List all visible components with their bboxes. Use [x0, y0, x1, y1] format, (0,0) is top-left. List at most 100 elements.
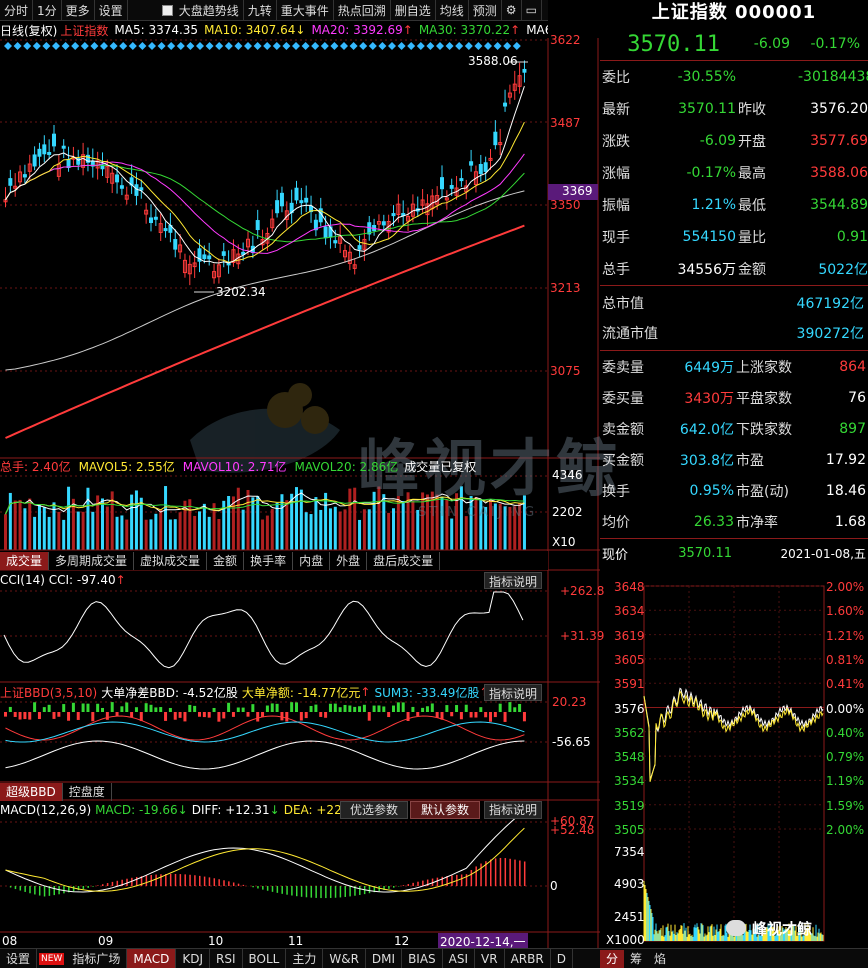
bottom-bias[interactable]: BIAS — [402, 949, 443, 968]
price-grid — [0, 39, 548, 372]
bottom-asi[interactable]: ASI — [443, 949, 476, 968]
volume-bar — [314, 497, 318, 550]
macd-help-button[interactable]: 指标说明 — [484, 801, 543, 819]
tab-volume[interactable]: 成交量 — [0, 551, 50, 570]
bbd-help-button[interactable]: 指标说明 — [484, 684, 543, 701]
tool-nine-turn[interactable]: 九转 — [244, 0, 277, 20]
candle-body — [391, 213, 396, 217]
volume-bar — [178, 512, 182, 550]
signal-diamond — [157, 42, 166, 50]
quote-value-2: -30184438 — [798, 69, 868, 85]
bbd-bar — [227, 702, 231, 712]
bbd-bar — [241, 707, 245, 712]
bottom-wr[interactable]: W&R — [323, 949, 366, 968]
tool-remove-favorite[interactable]: 删自选 — [391, 0, 436, 20]
volume-bar — [47, 516, 51, 550]
bbd-bar — [503, 712, 507, 722]
tab-control[interactable]: 控盘度 — [63, 782, 112, 801]
bottom-macd[interactable]: MACD — [127, 949, 177, 968]
quote-key: 最新 — [602, 102, 630, 118]
tab-after-hours[interactable]: 盘后成交量 — [367, 551, 441, 570]
stat-row: 委买量 3430万 平盘家数 76 — [600, 383, 868, 413]
tab-super-bbd[interactable]: 超级BBD — [0, 782, 63, 801]
signal-diamond — [186, 42, 195, 50]
checkbox-box-icon[interactable] — [161, 4, 173, 16]
tab-virtual-volume[interactable]: 虚拟成交量 — [134, 551, 208, 570]
intraday-price-tick: 3605 — [614, 652, 645, 667]
volume-bar — [173, 519, 177, 550]
stat-row: 卖金额 642.0亿 下跌家数 897 — [600, 414, 868, 444]
volume-bar — [86, 487, 90, 550]
bottom-more-d[interactable]: D — [551, 949, 573, 968]
quote-key: 委比 — [602, 70, 630, 86]
wechat-name: 峰视才鲸 — [752, 919, 813, 938]
bottom-rsi[interactable]: RSI — [210, 949, 243, 968]
signal-diamonds — [4, 42, 521, 50]
cci-help-button[interactable]: 指标说明 — [484, 572, 543, 589]
tab-multi-period-volume[interactable]: 多周期成交量 — [49, 551, 135, 570]
bottom-vr[interactable]: VR — [475, 949, 505, 968]
quote-value-2: 3577.69 — [810, 133, 868, 149]
signal-diamond — [196, 42, 204, 50]
tab-inner[interactable]: 内盘 — [293, 551, 331, 570]
candle-body — [381, 221, 386, 226]
tool-hotspot[interactable]: 热点回溯 — [334, 0, 391, 20]
intraday-pct-tick: 0.40% — [826, 725, 865, 740]
volume-bar — [23, 508, 27, 550]
bbd-bar — [328, 703, 332, 712]
stat-value: 642.0亿 — [679, 422, 734, 438]
tab-amount[interactable]: 金额 — [207, 551, 245, 570]
stat-key-2: 下跌家数 — [736, 422, 792, 438]
bottom-kdj[interactable]: KDJ — [176, 949, 210, 968]
bbd-white-line — [5, 740, 525, 770]
bbd-bar — [91, 712, 95, 722]
quote-key: 现手 — [602, 230, 630, 246]
candle-body — [61, 145, 66, 149]
bottom-settings[interactable]: 设置 — [0, 949, 38, 968]
bottom-boll[interactable]: BOLL — [243, 949, 287, 968]
signal-diamond — [272, 42, 281, 50]
tool-more[interactable]: 更多 — [62, 0, 95, 20]
bottom-arbr[interactable]: ARBR — [505, 949, 551, 968]
tool-window-icon[interactable]: ▭ — [522, 0, 542, 20]
tab-flame[interactable]: 焰 — [648, 950, 672, 968]
bbd-bar — [47, 704, 51, 712]
macd-bar — [9, 886, 12, 888]
macd-tick-2: +52.48 — [550, 823, 595, 837]
trend-checkbox[interactable] — [158, 0, 175, 20]
tab-outer[interactable]: 外盘 — [330, 551, 368, 570]
tool-intraday[interactable]: 分时 — [0, 0, 34, 20]
volume-bar — [343, 509, 347, 550]
bottom-main-force[interactable]: 主力 — [286, 949, 324, 968]
signal-diamond — [42, 42, 51, 50]
macd-bar — [92, 886, 94, 887]
ma60-value: MA60: 3326.6 — [526, 23, 548, 37]
intraday-pct-tick: 1.59% — [826, 798, 865, 813]
tool-settings[interactable]: 设置 — [95, 0, 128, 20]
signal-diamond — [23, 42, 32, 50]
stat-key: 买金额 — [602, 453, 644, 469]
stat-value: 3430万 — [684, 391, 734, 407]
tool-forecast[interactable]: 预测 — [469, 0, 502, 20]
tab-turnover[interactable]: 换手率 — [244, 551, 294, 570]
default-params-button[interactable]: 默认参数 — [410, 801, 480, 819]
volume-bar — [134, 490, 138, 550]
tool-major-events[interactable]: 重大事件 — [277, 0, 334, 20]
stat-value: 0.95% — [689, 483, 734, 499]
bbd-bar — [290, 702, 294, 712]
tool-1min[interactable]: 1分 — [33, 0, 62, 20]
stat-value-2: 1.68 — [834, 514, 866, 530]
divider-2 — [600, 285, 868, 286]
bbd-bar — [319, 712, 323, 717]
optimal-params-button[interactable]: 优选参数 — [340, 801, 408, 819]
tool-gear-icon[interactable]: ⚙ — [502, 0, 522, 20]
tab-intraday[interactable]: 分 — [600, 949, 624, 968]
bottom-dmi[interactable]: DMI — [366, 949, 403, 968]
ma60-line — [5, 190, 525, 371]
quote-key-2: 量比 — [738, 230, 766, 246]
bbd-bar — [518, 703, 522, 712]
tool-moving-average[interactable]: 均线 — [436, 0, 469, 20]
bottom-indicator-square[interactable]: 指标广场 — [66, 949, 128, 968]
date-tick-09: 09 — [98, 934, 114, 948]
tab-chips[interactable]: 筹 — [624, 950, 648, 968]
